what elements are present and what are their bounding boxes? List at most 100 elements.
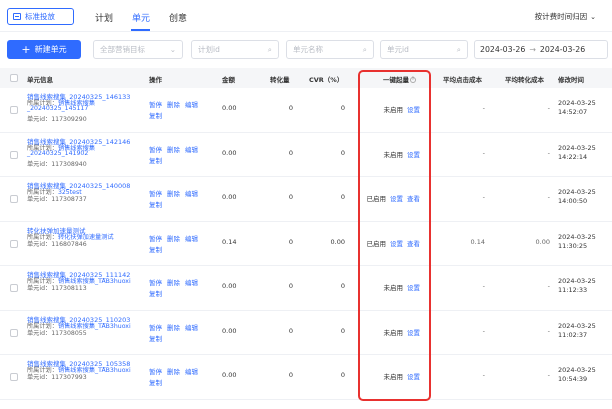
top-nav: 标准投放 计划 单元 创意 按计费时间归因 ⌄ bbox=[0, 0, 612, 32]
unit-name-input[interactable]: 单元名称 ⌕ bbox=[286, 40, 374, 59]
pause-link[interactable]: 暂停 bbox=[149, 146, 162, 154]
tab-creative[interactable]: 创意 bbox=[169, 11, 187, 24]
plan-id-input[interactable]: 计划id ⌕ bbox=[191, 40, 279, 59]
search-icon[interactable]: ⌕ bbox=[457, 45, 461, 55]
copy-link[interactable]: 复制 bbox=[149, 379, 162, 387]
cvr-value: 0 bbox=[340, 104, 345, 112]
col-amount: 金额 bbox=[222, 76, 235, 84]
conversions-value: 0 bbox=[288, 104, 293, 112]
modified-clock: 14:00:50 bbox=[558, 197, 588, 205]
row-checkbox[interactable] bbox=[10, 150, 18, 159]
row-ops-2: 复制 bbox=[149, 377, 167, 387]
edit-link[interactable]: 编辑 bbox=[185, 101, 198, 109]
new-unit-button[interactable]: + 新建单元 bbox=[7, 40, 81, 59]
modified-date: 2024-03-25 bbox=[558, 232, 596, 241]
avg-click-cost-value: - bbox=[482, 104, 485, 112]
date-start: 2024-03-26 bbox=[480, 45, 526, 54]
mode-selector-button[interactable]: 标准投放 bbox=[7, 8, 74, 25]
goal-select[interactable]: 全部营销目标 ⌄ bbox=[93, 40, 183, 59]
avg-conv-cost-value: - bbox=[547, 326, 550, 335]
plan-link-cont[interactable]: _20240325_141902 bbox=[27, 150, 88, 157]
delete-link[interactable]: 删除 bbox=[167, 146, 180, 154]
table-row: 销售线索搜集_20240325_110203 所属计划：销售线索搜集_TAB3h… bbox=[0, 311, 612, 355]
avg-conv-cost-value: 0.00 bbox=[535, 237, 550, 246]
delete-link[interactable]: 删除 bbox=[167, 235, 180, 243]
time-attribution-dropdown[interactable]: 按计费时间归因 ⌄ bbox=[535, 11, 596, 22]
pause-link[interactable]: 暂停 bbox=[149, 101, 162, 109]
modified-time: 2024-03-25 14:00:50 bbox=[558, 188, 596, 206]
copy-link[interactable]: 复制 bbox=[149, 290, 162, 298]
goal-select-placeholder: 全部营销目标 bbox=[100, 45, 145, 54]
conversions-value: 0 bbox=[288, 193, 293, 201]
row-ops: 暂停 删除 编辑 bbox=[149, 233, 203, 243]
delete-link[interactable]: 删除 bbox=[167, 101, 180, 109]
cvr-value: 0 bbox=[340, 193, 345, 201]
tab-unit[interactable]: 单元 bbox=[132, 11, 150, 24]
pause-link[interactable]: 暂停 bbox=[149, 324, 162, 332]
delete-link[interactable]: 删除 bbox=[167, 368, 180, 376]
modified-date: 2024-03-25 bbox=[558, 143, 596, 152]
date-range-picker[interactable]: 2024-03-26 → 2024-03-26 bbox=[474, 40, 608, 59]
amount-value: 0.00 bbox=[222, 326, 237, 335]
mode-label: 标准投放 bbox=[25, 12, 55, 21]
modified-date: 2024-03-25 bbox=[558, 188, 596, 196]
edit-link[interactable]: 编辑 bbox=[185, 324, 198, 332]
row-ops: 暂停 删除 编辑 bbox=[149, 322, 203, 332]
copy-link[interactable]: 复制 bbox=[149, 335, 162, 343]
copy-link[interactable]: 复制 bbox=[149, 112, 162, 120]
modified-time: 2024-03-25 14:52:07 bbox=[558, 99, 596, 117]
col-unit-info: 单元信息 bbox=[27, 76, 53, 84]
pause-link[interactable]: 暂停 bbox=[149, 368, 162, 376]
edit-link[interactable]: 编辑 bbox=[185, 235, 198, 243]
amount-value: 0.00 bbox=[222, 148, 237, 157]
copy-link[interactable]: 复制 bbox=[149, 201, 162, 209]
arrow-right-icon: → bbox=[529, 45, 536, 54]
delete-link[interactable]: 删除 bbox=[167, 324, 180, 332]
row-ops-2: 复制 bbox=[149, 288, 167, 298]
delete-link[interactable]: 删除 bbox=[167, 190, 180, 198]
row-ops-2: 复制 bbox=[149, 110, 167, 120]
table-row: 销售线索搜集_20240325_105358 所属计划：销售线索搜集_TAB3h… bbox=[0, 355, 612, 400]
col-cvr: CVR（%） bbox=[309, 76, 344, 84]
edit-link[interactable]: 编辑 bbox=[185, 190, 198, 198]
row-checkbox[interactable] bbox=[10, 328, 18, 337]
avg-conv-cost-value: - bbox=[547, 371, 550, 379]
pause-link[interactable]: 暂停 bbox=[149, 235, 162, 243]
row-checkbox[interactable] bbox=[10, 284, 18, 292]
amount-value: 0.00 bbox=[222, 193, 237, 201]
unit-id-input[interactable]: 单元id ⌕ bbox=[380, 40, 468, 59]
edit-link[interactable]: 编辑 bbox=[185, 146, 198, 154]
edit-link[interactable]: 编辑 bbox=[185, 368, 198, 376]
delete-link[interactable]: 删除 bbox=[167, 279, 180, 287]
pause-link[interactable]: 暂停 bbox=[149, 279, 162, 287]
select-all-checkbox[interactable] bbox=[10, 74, 18, 82]
modified-time: 2024-03-25 10:54:39 bbox=[558, 366, 596, 384]
row-checkbox[interactable] bbox=[10, 239, 18, 248]
pause-link[interactable]: 暂停 bbox=[149, 190, 162, 198]
amount-value: 0.14 bbox=[222, 237, 237, 246]
chevron-down-icon: ⌄ bbox=[169, 45, 176, 54]
plan-link-cont[interactable]: _20240325_145117 bbox=[27, 105, 88, 112]
search-icon[interactable]: ⌕ bbox=[268, 45, 272, 55]
edit-link[interactable]: 编辑 bbox=[185, 279, 198, 287]
modified-clock: 11:02:37 bbox=[558, 330, 588, 339]
avg-click-cost-value: - bbox=[482, 371, 485, 379]
row-ops-2: 复制 bbox=[149, 199, 167, 209]
table-row: 销售线索搜集_20240325_146133 所属计划：销售线索搜集 _2024… bbox=[0, 88, 612, 133]
row-ops: 暂停 删除 编辑 bbox=[149, 99, 203, 109]
avg-conv-cost-value: - bbox=[547, 193, 550, 201]
unit-id-placeholder: 单元id bbox=[387, 45, 409, 54]
row-ops: 暂停 删除 编辑 bbox=[149, 277, 203, 287]
tab-plan[interactable]: 计划 bbox=[95, 11, 113, 24]
date-end: 2024-03-26 bbox=[539, 45, 586, 54]
search-icon[interactable]: ⌕ bbox=[363, 45, 367, 55]
row-checkbox[interactable] bbox=[10, 195, 18, 203]
row-checkbox[interactable] bbox=[10, 106, 18, 114]
modified-date: 2024-03-25 bbox=[558, 99, 596, 107]
row-checkbox[interactable] bbox=[10, 373, 18, 381]
unit-id: 单元id：117309290 bbox=[27, 116, 87, 123]
modified-clock: 11:12:33 bbox=[558, 286, 588, 294]
copy-link[interactable]: 复制 bbox=[149, 246, 162, 254]
copy-link[interactable]: 复制 bbox=[149, 157, 162, 165]
table-row: 销售线索搜集_20240325_140008 所属计划：325test 单元id… bbox=[0, 177, 612, 222]
